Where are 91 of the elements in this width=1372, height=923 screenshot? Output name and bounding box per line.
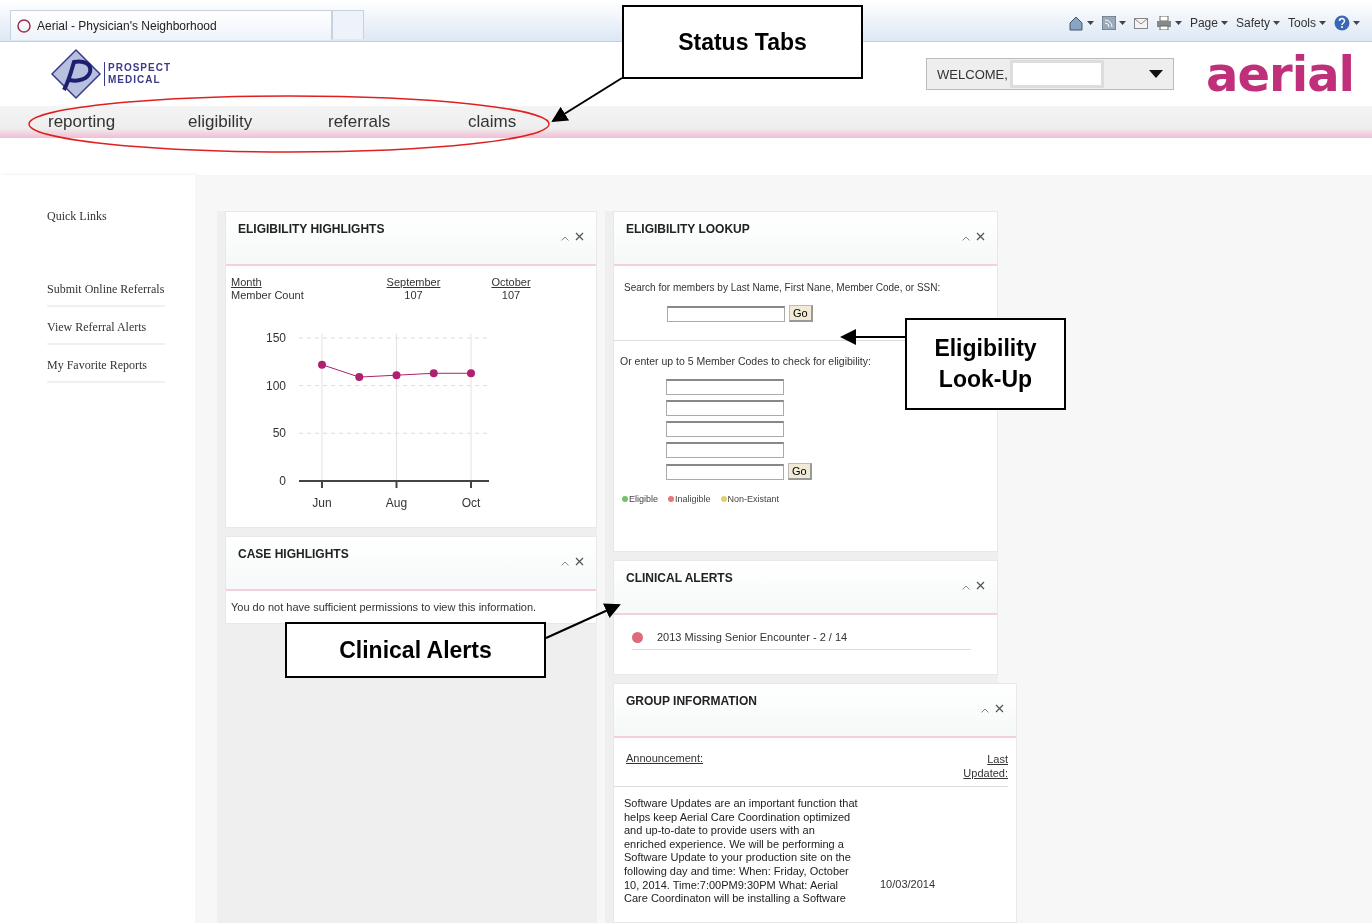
circle-icon [17,18,31,33]
codes-label: Or enter up to 5 Member Codes to check for eligibility: [619,354,871,367]
close-icon[interactable] [575,232,584,241]
close-icon[interactable] [976,232,985,241]
collapse-icon[interactable] [981,708,989,713]
collapse-icon[interactable] [962,585,970,590]
sidebar-link[interactable]: My Favorite Reports [47,358,165,383]
panel-title: CASE HIGHLIGHTS [238,547,349,561]
caret-icon [1273,21,1280,25]
toolbar-button[interactable] [1101,16,1126,30]
permission-message: You do not have sufficient permissions to view this information. [230,600,538,613]
callout-box: Status Tabs [622,5,863,79]
data-point [392,371,401,380]
search-label: Search for members by Last Name, First Nane, Member Code, or SSN: [624,282,942,293]
axis-label: Jun [312,496,332,510]
welcome-dropdown[interactable]: WELCOME, [926,58,1175,90]
browser-tab[interactable]: Aerial - Physician's Neighborhood [10,10,332,40]
caret-icon [1149,70,1164,78]
column-value: 107 [404,289,423,302]
data-point [467,369,475,378]
announcement-text: Software Updates are an important function that helps keep Aerial Care Coordination optimized and up-to-date to provide users with an enriched experience. We will be performing a Software Update to your production site on the following day and time: When: Friday, October 10, 2014. Time:7:00PM9:30PM What: Aerial Care Coordinaton will be installing a Software [624,797,859,906]
callout-arrow [551,77,623,123]
column-value: 107 [501,289,521,302]
toolbar-button[interactable] [1067,15,1094,31]
mail-icon [1133,17,1148,29]
callout-arrow [840,329,906,345]
caret-icon [1174,21,1182,25]
close-icon[interactable] [995,704,1004,713]
feed-icon [1101,16,1116,30]
data-point [355,373,364,382]
menu-button[interactable]: Safety [1235,16,1280,30]
printer-icon [1155,16,1172,30]
column-heading: Announcement: [626,752,704,766]
toolbar-button[interactable] [1155,16,1182,30]
brand-logo: aerial [1206,46,1354,102]
member-code-field[interactable] [666,463,784,480]
sidebar-link[interactable]: View Referral Alerts [47,320,165,345]
caret-icon [1086,21,1094,25]
legend-item: Eligible [622,494,659,504]
member-code-field[interactable] [666,400,784,416]
collapse-icon[interactable] [561,561,569,566]
nav-tab[interactable]: eligibility [188,112,328,132]
close-icon[interactable] [575,557,584,566]
sidebar-title: Quick Links [47,209,108,224]
axis-label: 150 [265,331,286,345]
data-point [429,369,438,378]
panel-title: GROUP INFORMATION [626,694,757,708]
caret-icon [1118,21,1126,25]
axis-label: 0 [279,474,286,488]
menu-button[interactable]: Page [1189,16,1228,30]
callout-box: Clinical Alerts [285,622,546,678]
nav-tab[interactable]: claims [468,112,608,132]
member-code-field[interactable] [666,379,784,395]
column-heading[interactable]: September [386,276,441,289]
collapse-icon[interactable] [561,236,569,241]
column-heading: Last Updated: [962,752,1008,780]
axis-label: Oct [461,496,481,510]
caret-icon [1319,21,1326,25]
column-value: Member Count [231,289,304,302]
sidebar-link[interactable]: Submit Online Referrals [47,282,165,307]
legend-item: Non-Existant [720,494,780,504]
member-code-field[interactable] [666,421,784,437]
caret-icon [1220,21,1228,25]
help-icon [1334,15,1350,31]
panel-title: CLINICAL ALERTS [626,571,733,585]
axis-label: 50 [272,426,286,441]
axis-label: 100 [265,378,286,393]
alert-text[interactable]: 2013 Missing Senior Encounter - 2 / 14 [657,631,848,643]
column-heading[interactable]: October [491,276,531,289]
nav-tab[interactable]: referrals [328,112,468,132]
panel-title: ELIGIBILITY HIGHLIGHTS [238,222,385,236]
nav-tab[interactable]: reporting [48,112,188,132]
logo-text: PROSPECT MEDICAL [104,62,171,86]
column-heading[interactable]: Month [231,276,262,289]
logo-icon [50,48,102,100]
axis-label: Aug [385,496,408,510]
go-button[interactable]: Go [789,305,813,322]
toolbar-button[interactable] [1334,15,1360,31]
legend-item: Inaligible [668,494,711,504]
data-point [318,360,326,369]
caret-icon [1353,21,1360,25]
home-icon [1067,15,1084,31]
updated-date: 10/03/2014 [880,877,936,890]
member-code-field[interactable] [666,442,784,458]
search-field[interactable] [667,305,785,322]
go-button[interactable]: Go [788,463,812,480]
menu-button[interactable]: Tools [1288,16,1326,30]
panel-title: ELIGIBILITY LOOKUP [626,222,750,236]
close-icon[interactable] [976,581,985,590]
callout-box: Eligibility Look-Up [905,318,1066,410]
collapse-icon[interactable] [962,236,970,241]
